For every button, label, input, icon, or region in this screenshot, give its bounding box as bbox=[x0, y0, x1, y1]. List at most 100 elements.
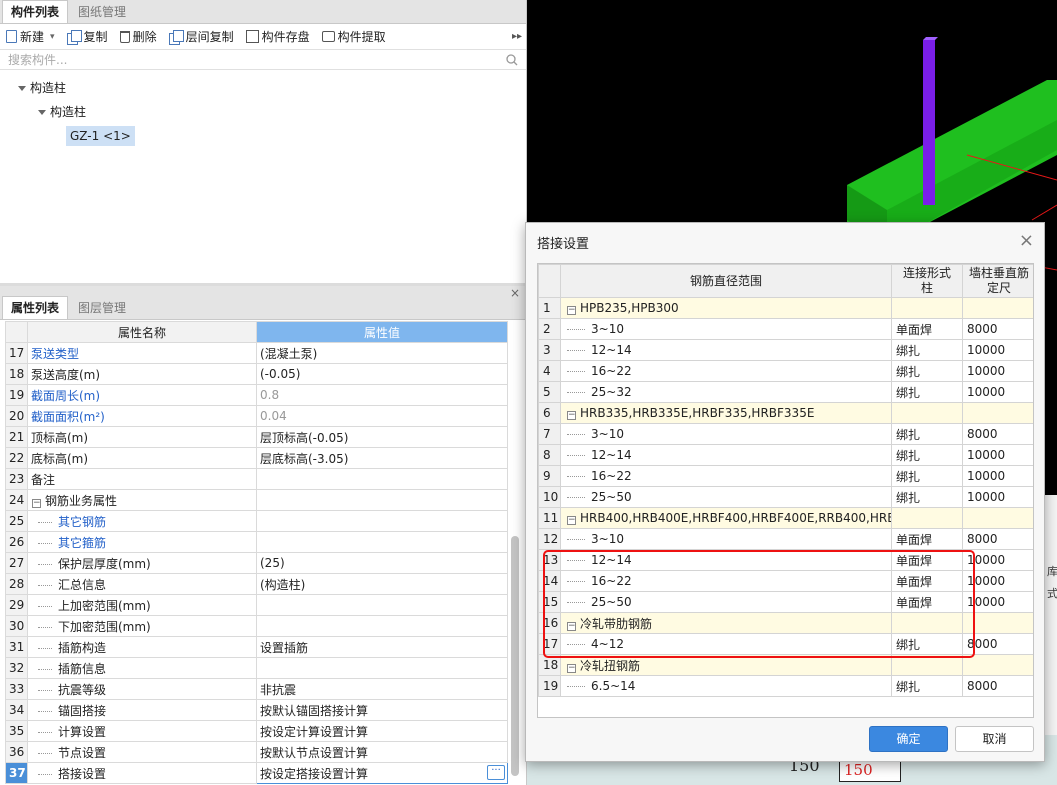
property-row[interactable]: 33 抗震等级 非抗震 bbox=[5, 678, 508, 700]
splice-row[interactable]: 2 3~10 单面焊 8000 bbox=[538, 318, 1033, 340]
fixed-length-cell[interactable] bbox=[962, 402, 1033, 424]
property-value[interactable]: 非抗震 bbox=[256, 678, 508, 700]
splice-row[interactable]: 5 25~32 绑扎 10000 bbox=[538, 381, 1033, 403]
connection-form-cell[interactable] bbox=[891, 297, 963, 319]
splice-row[interactable]: 13 12~14 单面焊 10000 bbox=[538, 549, 1033, 571]
property-value[interactable] bbox=[256, 615, 508, 637]
tab-drawing-management[interactable]: 图纸管理 bbox=[70, 1, 134, 23]
tree-node-root[interactable]: 构造柱 bbox=[0, 76, 526, 100]
more-options-button[interactable]: ··· bbox=[487, 765, 505, 780]
extract-component-button[interactable]: 构件提取 bbox=[321, 28, 386, 45]
splice-row[interactable]: 14 16~22 单面焊 10000 bbox=[538, 570, 1033, 592]
connection-form-cell[interactable]: 单面焊 bbox=[891, 549, 963, 571]
fixed-length-cell[interactable]: 10000 bbox=[962, 570, 1033, 592]
connection-form-cell[interactable]: 绑扎 bbox=[891, 339, 963, 361]
connection-form-cell[interactable]: 绑扎 bbox=[891, 381, 963, 403]
delete-button[interactable]: 删除 bbox=[119, 28, 157, 45]
group-row[interactable]: 11− HRB400,HRB400E,HRBF400,HRBF400E,RRB40… bbox=[538, 507, 1033, 529]
connection-form-cell[interactable]: 绑扎 bbox=[891, 486, 963, 508]
property-row[interactable]: 24− 钢筋业务属性 bbox=[5, 489, 508, 511]
property-value[interactable] bbox=[256, 594, 508, 616]
property-row[interactable]: 37 搭接设置 按设定搭接设置计算 ··· bbox=[5, 762, 508, 784]
property-row[interactable]: 19 截面周长(m) 0.8 bbox=[5, 384, 508, 406]
property-value[interactable] bbox=[256, 468, 508, 490]
fixed-length-cell[interactable] bbox=[962, 507, 1033, 529]
fixed-length-cell[interactable]: 10000 bbox=[962, 591, 1033, 613]
splice-row[interactable]: 7 3~10 绑扎 8000 bbox=[538, 423, 1033, 445]
property-row[interactable]: 29 上加密范围(mm) bbox=[5, 594, 508, 616]
fixed-length-cell[interactable] bbox=[962, 654, 1033, 676]
property-row[interactable]: 22 底标高(m) 层底标高(-3.05) bbox=[5, 447, 508, 469]
fixed-length-cell[interactable]: 8000 bbox=[962, 675, 1033, 697]
property-row[interactable]: 36 节点设置 按默认节点设置计算 bbox=[5, 741, 508, 763]
chevron-down-icon[interactable]: ▾ bbox=[50, 32, 55, 42]
property-value[interactable] bbox=[256, 489, 508, 511]
connection-form-cell[interactable]: 绑扎 bbox=[891, 633, 963, 655]
fixed-length-cell[interactable]: 10000 bbox=[962, 444, 1033, 466]
connection-form-cell[interactable]: 单面焊 bbox=[891, 528, 963, 550]
collapse-icon[interactable]: − bbox=[567, 516, 576, 525]
new-button[interactable]: 新建 ▾ bbox=[6, 28, 55, 45]
tree-node-leaf[interactable]: GZ-1 <1> bbox=[0, 124, 526, 148]
property-value[interactable]: 按默认锚固搭接计算 bbox=[256, 699, 508, 721]
tree-leaf-label[interactable]: GZ-1 <1> bbox=[66, 126, 135, 146]
save-component-button[interactable]: 构件存盘 bbox=[245, 28, 310, 45]
property-row[interactable]: 34 锚固搭接 按默认锚固搭接计算 bbox=[5, 699, 508, 721]
connection-form-cell[interactable] bbox=[891, 402, 963, 424]
connection-form-cell[interactable]: 绑扎 bbox=[891, 360, 963, 382]
fixed-length-cell[interactable]: 10000 bbox=[962, 465, 1033, 487]
expand-arrow-icon[interactable] bbox=[38, 109, 46, 115]
property-value[interactable]: 按默认节点设置计算 bbox=[256, 741, 508, 763]
collapse-icon[interactable]: − bbox=[567, 621, 576, 631]
copy-button[interactable]: 复制 bbox=[66, 28, 108, 45]
connection-form-cell[interactable]: 绑扎 bbox=[891, 423, 963, 445]
splice-row[interactable]: 8 12~14 绑扎 10000 bbox=[538, 444, 1033, 466]
connection-form-cell[interactable]: 绑扎 bbox=[891, 444, 963, 466]
property-value[interactable]: 按设定计算设置计算 bbox=[256, 720, 508, 742]
property-row[interactable]: 32 插筋信息 bbox=[5, 657, 508, 679]
tree-node-child[interactable]: 构造柱 bbox=[0, 100, 526, 124]
tab-component-list[interactable]: 构件列表 bbox=[2, 0, 69, 23]
search-input[interactable] bbox=[8, 52, 506, 67]
property-value[interactable] bbox=[256, 531, 508, 553]
property-row[interactable]: 26 其它箍筋 bbox=[5, 531, 508, 553]
property-value[interactable]: (-0.05) bbox=[256, 363, 508, 385]
fixed-length-cell[interactable]: 10000 bbox=[962, 360, 1033, 382]
property-row[interactable]: 35 计算设置 按设定计算设置计算 bbox=[5, 720, 508, 742]
search-icon[interactable] bbox=[506, 53, 518, 66]
fixed-length-cell[interactable]: 8000 bbox=[962, 633, 1033, 655]
splice-row[interactable]: 10 25~50 绑扎 10000 bbox=[538, 486, 1033, 508]
group-row[interactable]: 18− 冷轧扭钢筋 bbox=[538, 654, 1033, 676]
fixed-length-cell[interactable]: 10000 bbox=[962, 486, 1033, 508]
splice-row[interactable]: 17 4~12 绑扎 8000 bbox=[538, 633, 1033, 655]
property-row[interactable]: 18 泵送高度(m) (-0.05) bbox=[5, 363, 508, 385]
collapse-icon[interactable]: − bbox=[567, 411, 576, 420]
property-row[interactable]: 27 保护层厚度(mm) (25) bbox=[5, 552, 508, 574]
fixed-length-cell[interactable]: 8000 bbox=[962, 318, 1033, 340]
fixed-length-cell[interactable]: 10000 bbox=[962, 381, 1033, 403]
property-value[interactable]: 层底标高(-3.05) bbox=[256, 447, 508, 469]
splice-row[interactable]: 9 16~22 绑扎 10000 bbox=[538, 465, 1033, 487]
close-icon[interactable]: × bbox=[1019, 230, 1034, 251]
property-value[interactable]: (25) bbox=[256, 552, 508, 574]
collapse-icon[interactable]: − bbox=[32, 498, 41, 508]
connection-form-cell[interactable]: 绑扎 bbox=[891, 675, 963, 697]
property-scrollbar[interactable] bbox=[511, 536, 519, 776]
group-row[interactable]: 1− HPB235,HPB300 bbox=[538, 297, 1033, 319]
connection-form-cell[interactable]: 单面焊 bbox=[891, 591, 963, 613]
property-value[interactable]: (混凝土泵) bbox=[256, 342, 508, 364]
property-row[interactable]: 17 泵送类型 (混凝土泵) bbox=[5, 342, 508, 364]
group-row[interactable]: 6− HRB335,HRB335E,HRBF335,HRBF335E bbox=[538, 402, 1033, 424]
property-value[interactable]: (构造柱) bbox=[256, 573, 508, 595]
property-value[interactable]: 0.04 bbox=[256, 405, 508, 427]
property-value[interactable]: 0.8 bbox=[256, 384, 508, 406]
fixed-length-cell[interactable]: 8000 bbox=[962, 423, 1033, 445]
group-row[interactable]: 16− 冷轧带肋钢筋 bbox=[538, 612, 1033, 634]
connection-form-cell[interactable]: 单面焊 bbox=[891, 570, 963, 592]
property-row[interactable]: 31 插筋构造 设置插筋 bbox=[5, 636, 508, 658]
connection-form-cell[interactable] bbox=[891, 654, 963, 676]
floor-copy-button[interactable]: 层间复制 bbox=[168, 28, 234, 45]
confirm-button[interactable]: 确定 bbox=[869, 726, 948, 752]
property-value[interactable]: 设置插筋 bbox=[256, 636, 508, 658]
toolbar-overflow-icon[interactable]: ▸▸ bbox=[512, 31, 522, 42]
